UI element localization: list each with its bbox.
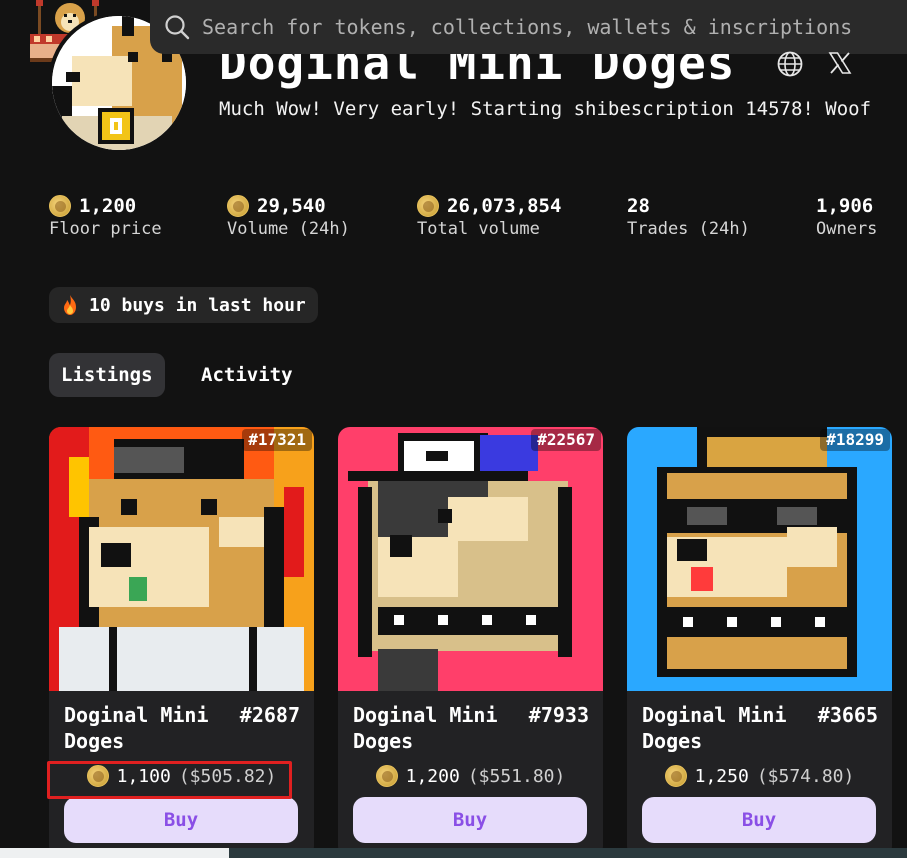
dogecoin-icon (49, 195, 71, 217)
tab-activity[interactable]: Activity (189, 353, 305, 397)
card-item-number: #2687 (239, 703, 300, 727)
search-bar[interactable] (150, 0, 907, 54)
dogecoin-icon (375, 765, 398, 787)
buy-button[interactable]: Buy (353, 797, 587, 843)
dogecoin-icon (227, 195, 249, 217)
price-usd: ($574.80) (756, 765, 855, 787)
card-collection-name: Doginal Mini Doges (642, 703, 787, 753)
stat-value: 28 (627, 195, 650, 217)
buy-button[interactable]: Buy (64, 797, 298, 843)
stat-label: Volume (24h) (227, 219, 350, 239)
tab-listings[interactable]: Listings (49, 353, 165, 397)
card-price: 1,250 ($574.80) (627, 765, 892, 787)
stat-total-volume: 26,073,854 Total volume (417, 193, 561, 239)
stat-label: Owners (816, 219, 878, 239)
recent-buys-text: 10 buys in last hour (89, 294, 306, 316)
stat-value: 26,073,854 (447, 195, 562, 217)
fire-icon (64, 295, 76, 315)
dogecoin-icon (417, 195, 439, 217)
search-icon (165, 15, 190, 40)
bottom-bar-right (229, 848, 907, 858)
stat-value: 1,200 (79, 195, 137, 217)
recent-buys-badge: 10 buys in last hour (49, 287, 318, 323)
nft-image (338, 427, 603, 691)
card-price: 1,200 ($551.80) (338, 765, 603, 787)
price-doge: 1,250 (694, 765, 749, 787)
stat-volume-24h: 29,540 Volume (24h) (227, 193, 350, 239)
bottom-bar-left (0, 848, 229, 858)
price-usd: ($551.80) (467, 765, 566, 787)
stat-label: Floor price (49, 219, 162, 239)
stat-label: Trades (24h) (627, 219, 750, 239)
nft-image (49, 427, 314, 691)
stat-label: Total volume (417, 219, 540, 239)
price-doge: 1,200 (405, 765, 460, 787)
buy-button[interactable]: Buy (642, 797, 876, 843)
inscription-number: #17321 (242, 429, 312, 451)
globe-icon[interactable] (776, 50, 804, 78)
price-highlight-box (47, 761, 292, 799)
x-logo-icon[interactable] (828, 51, 852, 75)
stat-value: 1,906 (816, 195, 874, 217)
card-item-number: #7933 (528, 703, 589, 727)
card-collection-name: Doginal Mini Doges (64, 703, 209, 753)
stat-value: 29,540 (257, 195, 326, 217)
card-item-number: #3665 (817, 703, 878, 727)
stat-trades-24h: 28 Trades (24h) (627, 193, 750, 239)
dogecoin-icon (664, 765, 687, 787)
nft-image (627, 427, 892, 691)
listing-card[interactable]: #22567 Doginal Mini Doges #7933 1,200 ($… (338, 427, 603, 858)
stat-floor-price: 1,200 Floor price (49, 193, 162, 239)
stat-owners: 1,906 Owners (816, 193, 877, 239)
inscription-number: #22567 (531, 429, 601, 451)
card-collection-name: Doginal Mini Doges (353, 703, 498, 753)
search-input[interactable] (202, 15, 882, 39)
inscription-number: #18299 (820, 429, 890, 451)
listing-card[interactable]: #18299 Doginal Mini Doges #3665 1,250 ($… (627, 427, 892, 858)
collection-description: Much Wow! Very early! Starting shibescri… (219, 98, 872, 120)
